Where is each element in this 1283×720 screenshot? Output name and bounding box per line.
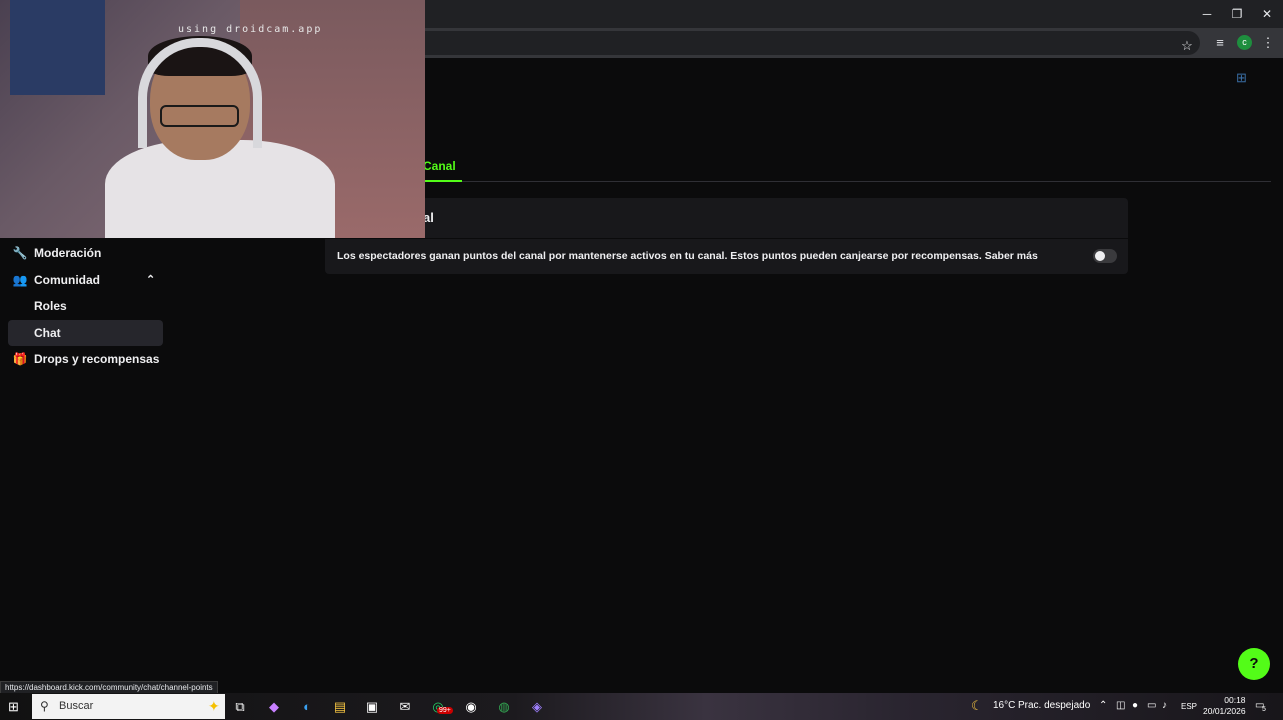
media-control-icon[interactable]: ≡ [1211, 34, 1229, 52]
language-indicator[interactable]: ESP [1181, 702, 1197, 711]
network-icon[interactable]: ▭ [1147, 700, 1156, 711]
weather-icon[interactable]: ☾ [971, 698, 983, 714]
webcam-poster [10, 0, 105, 95]
clock-date: 20/01/2026 [1203, 706, 1246, 716]
sidebar-item-comunidad[interactable]: 👥 Comunidad ⌃ [8, 267, 163, 293]
windows-start-icon[interactable]: ⊞ [8, 699, 23, 714]
sidebar-item-moderacion[interactable]: 🔧 Moderación [8, 240, 163, 266]
weather-desc[interactable]: Prac. despejado [1018, 700, 1090, 711]
tray-chevron-up-icon[interactable]: ⌃ [1099, 700, 1107, 711]
app-icon[interactable]: ◈ [527, 697, 547, 717]
weather-temp[interactable]: 16°C [993, 700, 1015, 711]
copilot-icon[interactable]: ◆ [264, 697, 284, 717]
taskbar-search[interactable]: ⚲ Buscar ✦ [32, 694, 225, 719]
tray-app-icon[interactable]: ◫ [1116, 700, 1125, 711]
obs-icon[interactable]: ◉ [461, 697, 481, 717]
sidebar-item-roles[interactable]: Roles [8, 293, 163, 319]
file-explorer-icon[interactable]: ▤ [330, 697, 350, 717]
taskbar: ⊞ ⚲ Buscar ✦ ⧉ ◆ ◐ ▤ ▣ ✉ ◎ 99+ ◉ ◍ ◈ ☾ 1… [0, 693, 1283, 720]
sidebar-item-chat[interactable]: Chat [8, 320, 163, 346]
profile-avatar[interactable]: c [1237, 35, 1252, 50]
channel-points-toggle[interactable] [1093, 249, 1117, 263]
whatsapp-badge: 99+ [437, 707, 453, 714]
chevron-up-icon[interactable]: ⌃ [146, 267, 155, 293]
sidebar-item-label: Moderación [34, 246, 102, 260]
webcam-headset [138, 38, 262, 148]
webcam-watermark: using droidcam.app [178, 24, 323, 35]
translate-icon[interactable]: ⊞ [1236, 70, 1254, 88]
community-icon: 👥 [12, 273, 28, 287]
wrench-icon: 🔧 [12, 246, 28, 260]
tab-bar: Canal [325, 153, 1271, 182]
volume-icon[interactable]: ♪ [1162, 700, 1167, 711]
microphone-icon[interactable]: ● [1132, 700, 1138, 711]
search-placeholder: Buscar [59, 700, 94, 712]
task-view-icon[interactable]: ⧉ [230, 697, 250, 717]
sparkle-icon: ✦ [208, 698, 220, 714]
gift-icon: 🎁 [12, 352, 28, 366]
sidebar-item-label: Comunidad [34, 273, 100, 287]
search-icon: ⚲ [40, 699, 49, 713]
close-window-button[interactable]: ✕ [1252, 4, 1282, 24]
notification-count: 5 [1262, 706, 1266, 713]
channel-points-card: al Los espectadores ganan puntos del can… [325, 198, 1128, 274]
toggle-knob [1095, 251, 1105, 261]
chrome-icon[interactable]: ◍ [494, 697, 514, 717]
sidebar-item-label: Roles [34, 299, 67, 313]
minimize-button[interactable]: ─ [1192, 4, 1222, 24]
sidebar-item-label: Chat [34, 326, 61, 340]
mail-icon[interactable]: ✉ [395, 697, 415, 717]
clock-time: 00:18 [1224, 695, 1246, 705]
edge-icon[interactable]: ◐ [297, 697, 317, 717]
restore-button[interactable]: ❐ [1222, 4, 1252, 24]
sidebar-item-label: Drops y recompensas [34, 352, 160, 366]
store-icon[interactable]: ▣ [362, 697, 382, 717]
help-chat-button[interactable]: ? [1238, 648, 1270, 680]
sidebar-item-drops[interactable]: 🎁 Drops y recompensas [8, 346, 163, 372]
card-divider [325, 238, 1128, 239]
webcam-overlay: using droidcam.app [0, 0, 425, 238]
clock[interactable]: 00:18 20/01/2026 [1203, 695, 1246, 717]
bookmark-star-icon[interactable]: ☆ [1178, 37, 1196, 55]
card-description: Los espectadores ganan puntos del canal … [337, 250, 1038, 262]
browser-menu-icon[interactable]: ⋮ [1259, 34, 1277, 52]
